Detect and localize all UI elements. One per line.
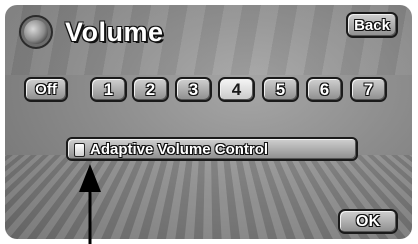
volume-level-1-button[interactable]: 1 xyxy=(90,77,127,102)
adaptive-volume-control-button[interactable]: Adaptive Volume Control xyxy=(66,137,358,161)
avc-label: Adaptive Volume Control xyxy=(90,140,269,158)
volume-level-2-button[interactable]: 2 xyxy=(132,77,169,102)
volume-screen: Volume xyxy=(5,5,412,239)
speaker-icon xyxy=(19,15,53,49)
volume-level-3-button[interactable]: 3 xyxy=(175,77,212,102)
pointer-arrow-icon xyxy=(79,164,101,244)
volume-level-5-button[interactable]: 5 xyxy=(262,77,299,102)
back-button[interactable]: Back xyxy=(346,12,398,38)
ok-button[interactable]: OK xyxy=(338,209,398,234)
volume-level-7-button[interactable]: 7 xyxy=(350,77,387,102)
avc-indicator-icon xyxy=(74,143,85,157)
volume-off-button[interactable]: Off xyxy=(24,77,68,102)
volume-level-4-button[interactable]: 4 xyxy=(218,77,255,102)
page-title: Volume xyxy=(65,16,164,47)
volume-level-6-button[interactable]: 6 xyxy=(306,77,343,102)
header: Volume xyxy=(19,15,164,49)
